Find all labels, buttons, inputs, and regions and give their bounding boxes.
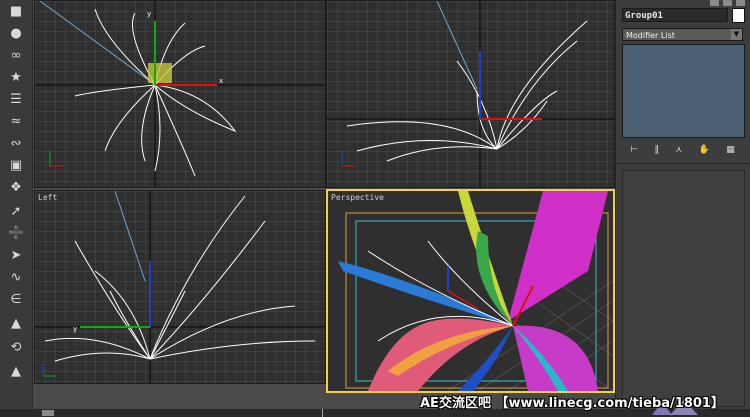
helix-icon[interactable]: ∞ bbox=[8, 48, 24, 64]
svg-text:x: x bbox=[219, 77, 223, 85]
svg-text:y: y bbox=[147, 10, 151, 18]
modifier-stack[interactable] bbox=[622, 44, 745, 138]
watermark-text: AE交流区吧 【www.linecg.com/tieba/1801】 bbox=[420, 396, 724, 411]
bone-icon[interactable]: ❖ bbox=[8, 180, 24, 196]
panel-tab-icons bbox=[710, 0, 745, 7]
spline-icon[interactable]: ∾ bbox=[8, 136, 24, 152]
box-icon[interactable]: ■ bbox=[8, 4, 24, 20]
make-unique-icon[interactable]: ⋏ bbox=[675, 145, 682, 155]
configure-sets-icon[interactable]: ▦ bbox=[726, 145, 735, 155]
create-tab-icon[interactable] bbox=[710, 0, 719, 6]
noise-icon[interactable]: ▲ bbox=[8, 316, 24, 332]
line-icon[interactable]: ☰ bbox=[8, 92, 24, 108]
front-view-canvas bbox=[327, 1, 614, 187]
left-view-canvas: y bbox=[35, 191, 325, 383]
link-icon[interactable]: ➗ bbox=[8, 226, 24, 242]
wave-icon[interactable]: ≈ bbox=[8, 114, 24, 130]
command-panel: Group01 Modifier List ▼ ⊢ ‖ ⋏ ✋ ▦ bbox=[615, 0, 750, 410]
viewport-front[interactable] bbox=[326, 0, 615, 188]
scale-icon[interactable]: ▲ bbox=[8, 364, 24, 380]
timeline-marker bbox=[322, 409, 323, 417]
modifier-list-label: Modifier List bbox=[626, 31, 675, 40]
pin-stack-icon[interactable]: ⊢ bbox=[630, 145, 638, 155]
remove-modifier-icon[interactable]: ✋ bbox=[699, 145, 710, 155]
viewport-left[interactable]: Left y bbox=[34, 190, 326, 384]
stack-toolbar: ⊢ ‖ ⋏ ✋ ▦ bbox=[622, 143, 743, 157]
twist-icon[interactable]: ∈ bbox=[8, 292, 24, 308]
perspective-view-canvas bbox=[328, 191, 613, 391]
arrow-icon[interactable]: ➚ bbox=[8, 204, 24, 220]
viewport-label: Perspective bbox=[331, 193, 384, 202]
top-view-canvas: x y bbox=[35, 1, 325, 187]
object-name-field[interactable]: Group01 bbox=[622, 8, 728, 22]
bend-icon[interactable]: ➤ bbox=[8, 248, 24, 264]
cylinder-icon[interactable]: ▣ bbox=[8, 158, 24, 174]
viewport-label: Left bbox=[38, 193, 58, 202]
modify-tab-icon[interactable] bbox=[723, 0, 732, 6]
chevron-down-icon: ▼ bbox=[731, 29, 742, 40]
viewport-perspective[interactable]: Perspective bbox=[326, 189, 615, 393]
parameters-rollout bbox=[622, 170, 745, 407]
left-toolbar: ■ ● ∞ ★ ☰ ≈ ∾ ▣ ❖ ➚ ➗ ➤ ∿ ∈ ▲ ⟲ ▲ bbox=[0, 0, 33, 410]
hierarchy-tab-icon[interactable] bbox=[736, 0, 745, 6]
star-icon[interactable]: ★ bbox=[8, 70, 24, 86]
svg-text:y: y bbox=[73, 325, 77, 333]
time-slider-handle[interactable] bbox=[42, 410, 54, 416]
spring-icon[interactable]: ∿ bbox=[8, 270, 24, 286]
rotate-icon[interactable]: ⟲ bbox=[8, 340, 24, 356]
modifier-list-dropdown[interactable]: Modifier List ▼ bbox=[622, 28, 743, 41]
object-color-swatch[interactable] bbox=[732, 8, 745, 23]
show-end-result-icon[interactable]: ‖ bbox=[655, 145, 660, 155]
viewport-top[interactable]: x y bbox=[34, 0, 326, 188]
panel-divider bbox=[616, 163, 750, 164]
sphere-icon[interactable]: ● bbox=[8, 26, 24, 42]
